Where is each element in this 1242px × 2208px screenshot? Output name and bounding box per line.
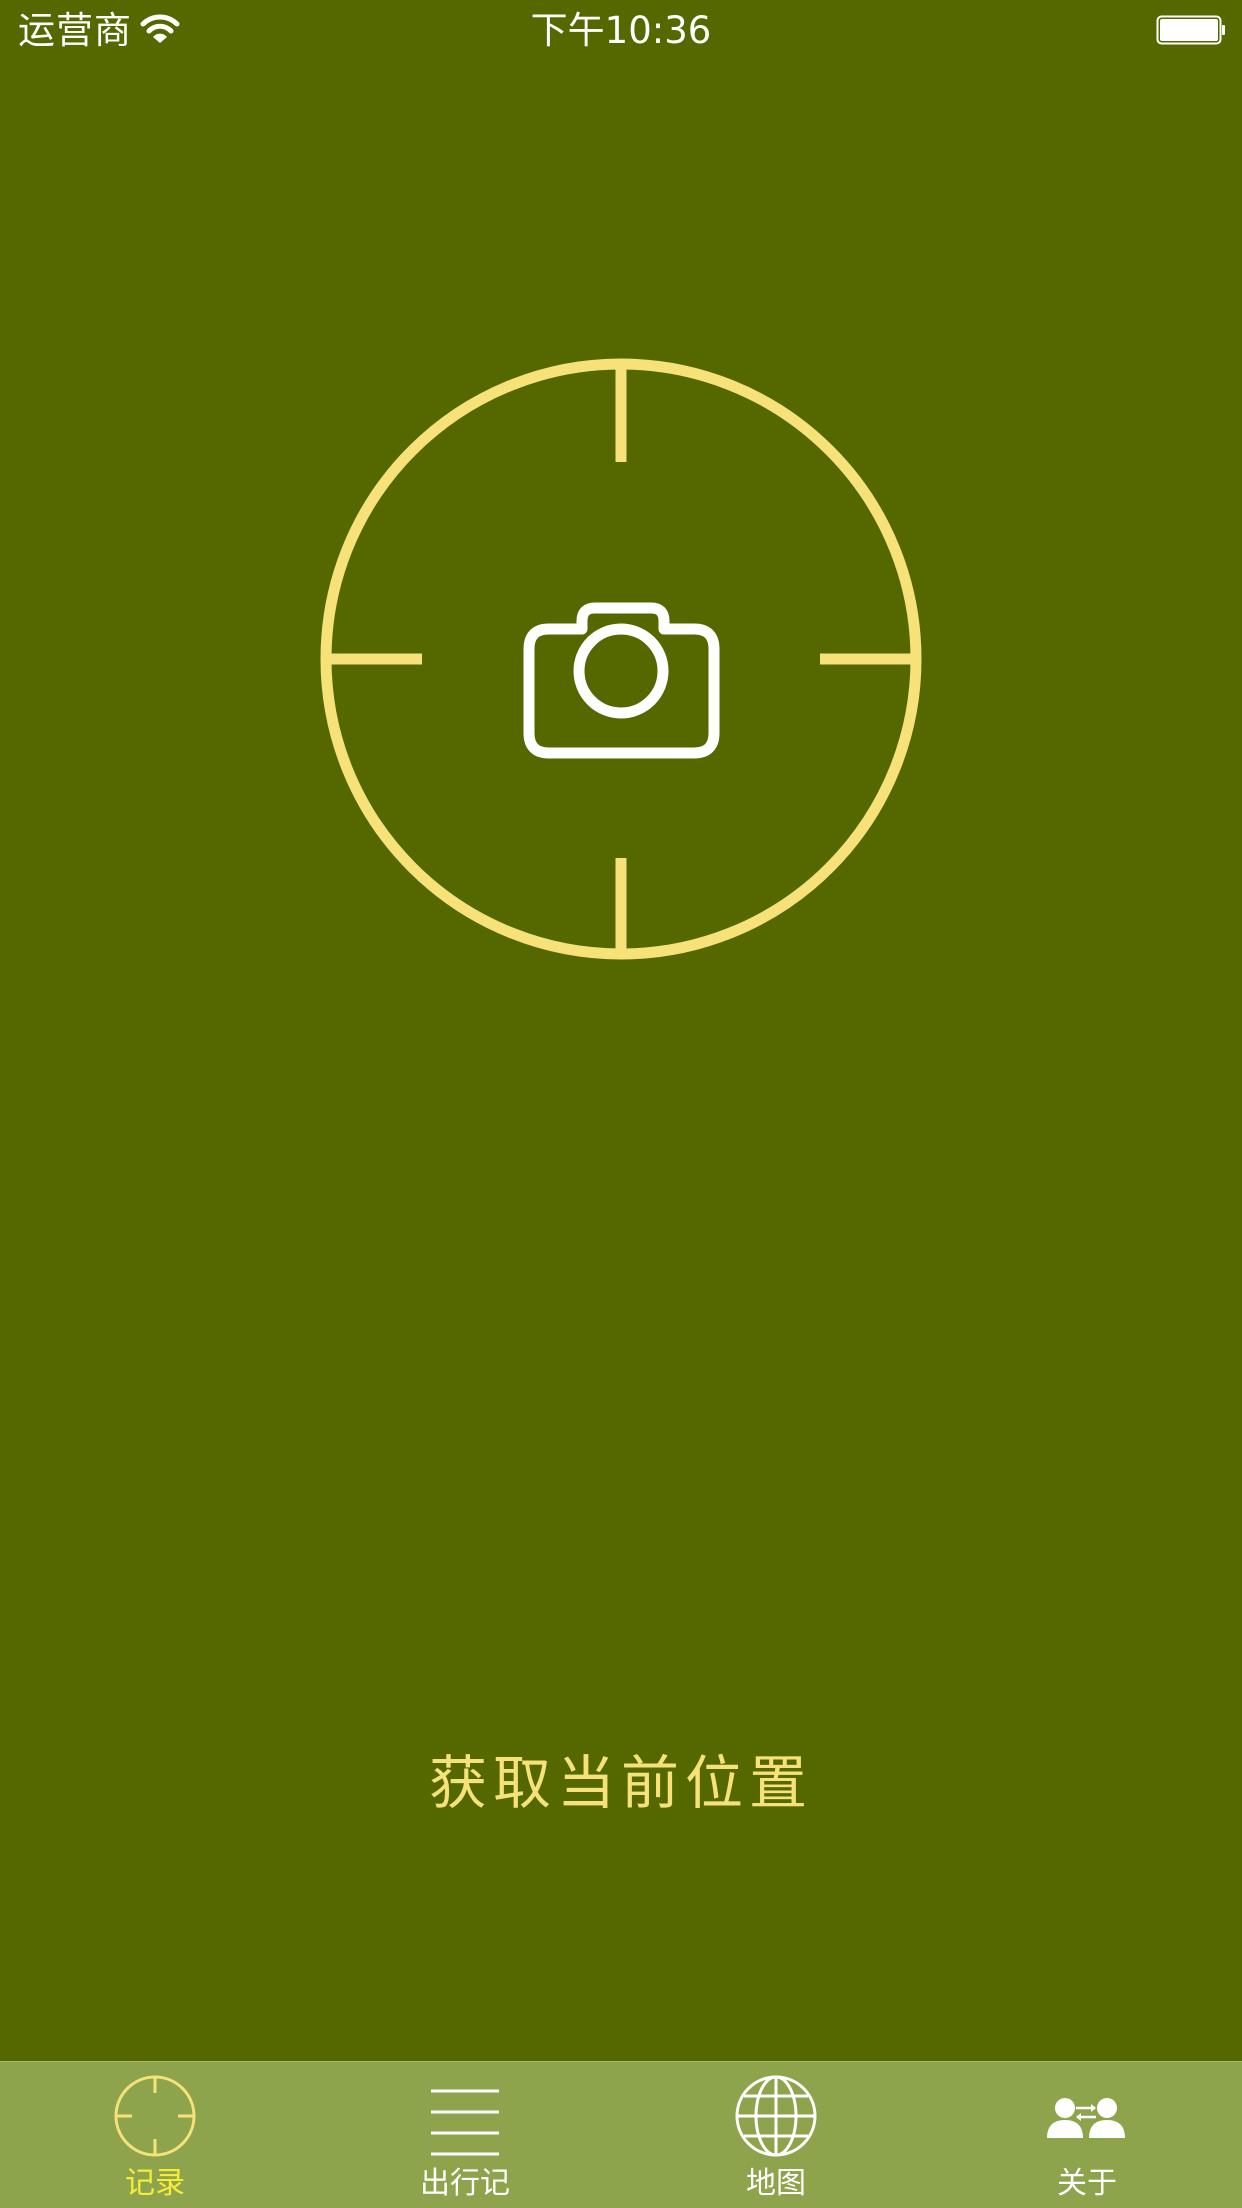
screen: 运营商 下午10:36 获取当前位置 记录 出行记 地图 关于 <box>0 0 1242 2208</box>
tab-map-label: 地图 <box>746 2166 806 2201</box>
tab-trips-label: 出行记 <box>420 2166 510 2201</box>
crosshair-icon <box>114 2075 196 2157</box>
capture-location-button[interactable] <box>320 358 922 960</box>
tab-about-label: 关于 <box>1057 2166 1117 2201</box>
tab-map[interactable]: 地图 <box>621 2062 931 2208</box>
globe-icon <box>735 2075 817 2157</box>
status-bar: 运营商 下午10:36 <box>0 0 1242 62</box>
tab-about[interactable]: 关于 <box>932 2062 1242 2208</box>
battery-icon <box>1156 15 1225 45</box>
list-icon <box>431 2089 499 2156</box>
tab-bar: 记录 出行记 地图 关于 <box>0 2061 1242 2208</box>
camera-icon <box>523 602 720 759</box>
tab-trips[interactable]: 出行记 <box>310 2062 620 2208</box>
tab-record[interactable]: 记录 <box>0 2062 310 2208</box>
crosshair-icon <box>320 358 922 960</box>
get-current-location-label[interactable]: 获取当前位置 <box>0 1748 1242 1818</box>
people-icon <box>1047 2098 1125 2138</box>
clock: 下午10:36 <box>530 9 712 52</box>
tab-record-label: 记录 <box>125 2166 185 2201</box>
